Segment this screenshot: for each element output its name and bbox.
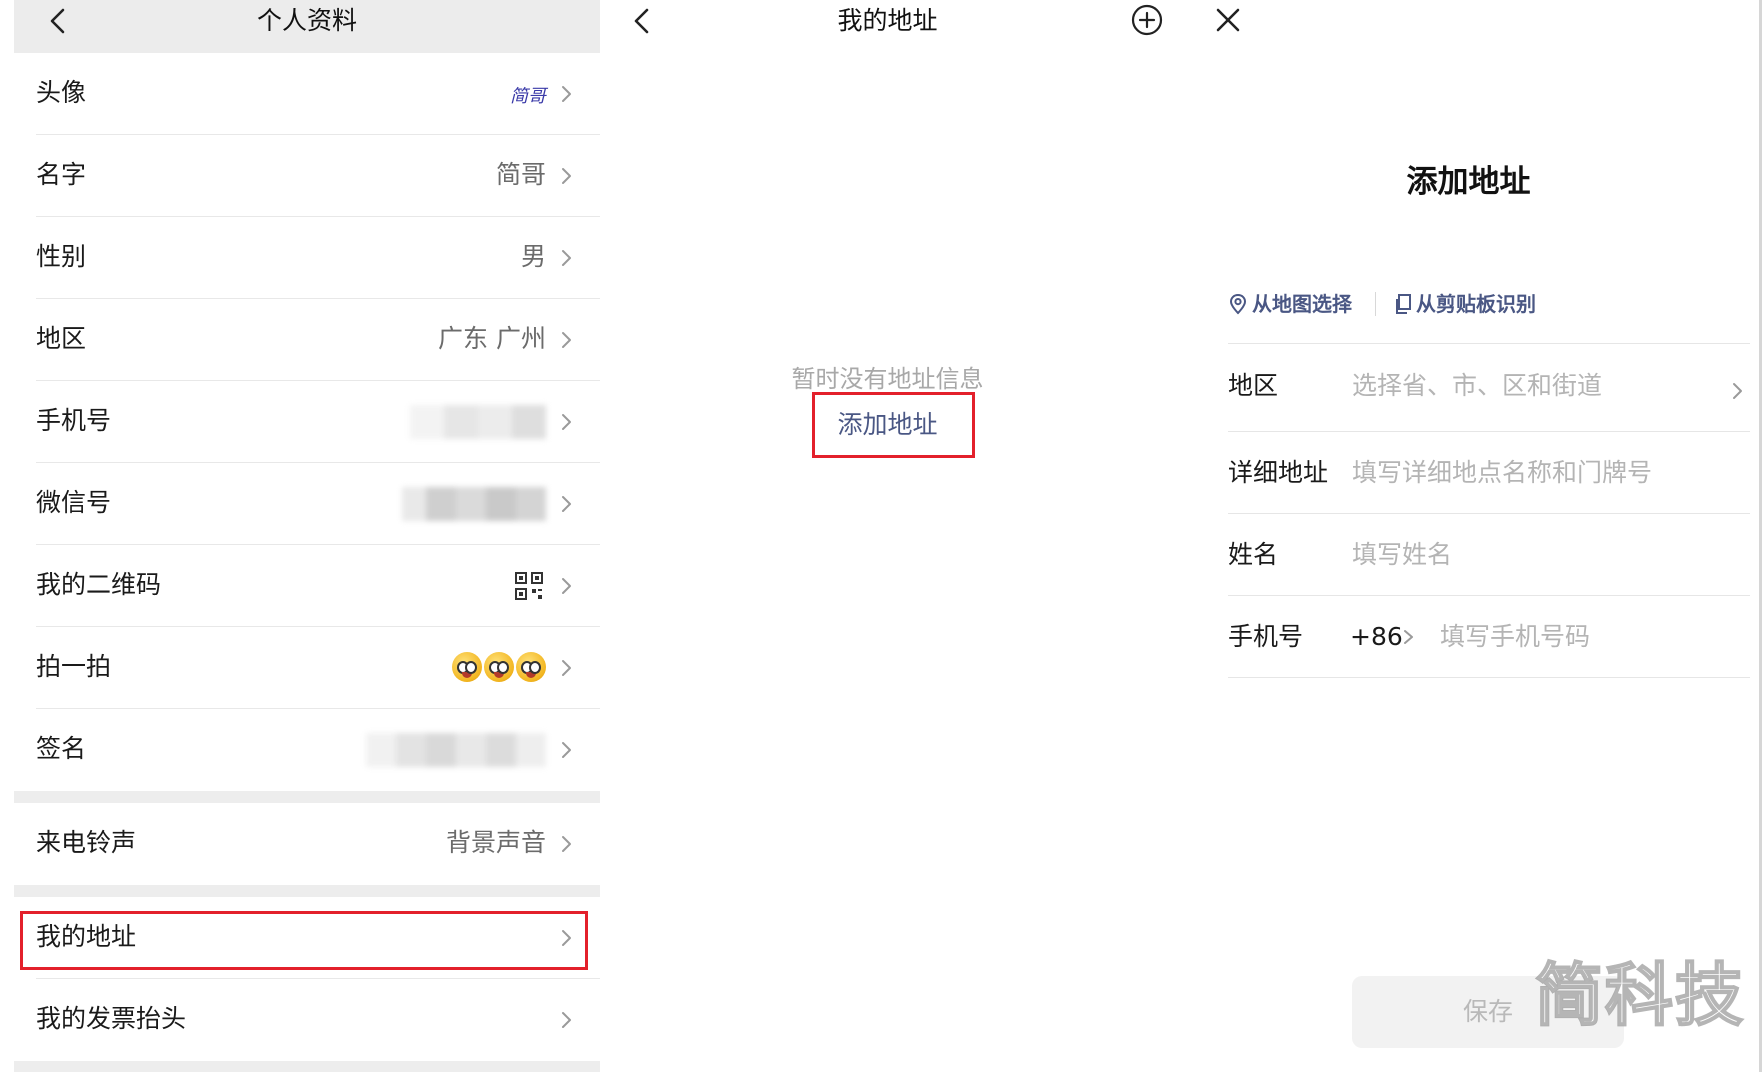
region-label: 地区 [1228, 371, 1279, 400]
profile-row-qrcode[interactable]: 我的二维码 [14, 545, 600, 627]
select-from-map-label: 从地图选择 [1252, 292, 1352, 316]
divider [1375, 292, 1376, 316]
profile-row-pat[interactable]: 拍一拍 [14, 627, 600, 709]
row-label: 手机号 [36, 406, 112, 435]
profile-row-ringtone[interactable]: 来电铃声 背景声音 [14, 803, 600, 885]
paste-from-clipboard-button[interactable]: 从剪贴板识别 [1394, 290, 1536, 318]
page-title: 我的地址 [837, 6, 938, 35]
divider [1228, 431, 1750, 432]
blurred-value [402, 487, 546, 521]
avatar: 简哥 [510, 86, 546, 107]
divider [1228, 513, 1750, 514]
chevron-right-icon [562, 496, 571, 512]
row-label: 我的二维码 [36, 570, 162, 599]
location-pin-icon [1229, 293, 1247, 315]
chevron-right-icon [1404, 630, 1413, 644]
qr-code-icon [515, 572, 543, 600]
row-label: 地区 [36, 324, 87, 353]
clipboard-icon [1396, 294, 1411, 314]
profile-group-basic: 头像 简哥 名字 简哥 性别 男 地区 广东 广州 手机号 微信号 我的二维码 … [14, 53, 600, 791]
chevron-right-icon [562, 660, 571, 676]
name-label: 姓名 [1228, 540, 1279, 569]
chevron-right-icon [562, 578, 571, 594]
row-label: 签名 [36, 734, 87, 763]
page-title: 添加地址 [1406, 164, 1531, 200]
chevron-right-icon [562, 836, 571, 852]
detail-address-label: 详细地址 [1228, 458, 1329, 487]
add-address-panel: 添加地址 从地图选择 从剪贴板识别 地区 选择省、市、区和街道 详细地址 填写详… [1175, 0, 1762, 1072]
profile-row-invoice-title[interactable]: 我的发票抬头 [14, 979, 600, 1061]
row-label: 性别 [36, 242, 87, 271]
page-title: 个人资料 [256, 6, 357, 35]
my-address-panel: 我的地址 暂时没有地址信息 添加地址 [600, 0, 1175, 1072]
watermark: 简科技 [1534, 956, 1746, 1037]
profile-row-gender[interactable]: 性别 男 [14, 217, 600, 299]
emoji-group [452, 652, 546, 682]
chevron-right-icon [562, 168, 571, 184]
profile-row-avatar[interactable]: 头像 简哥 [14, 53, 600, 135]
emoji-icon [484, 652, 514, 682]
row-label: 拍一拍 [36, 652, 112, 681]
paste-from-clipboard-label: 从剪贴板识别 [1416, 292, 1536, 316]
profile-header: 个人资料 [14, 0, 600, 53]
emoji-icon [516, 652, 546, 682]
chevron-right-icon [562, 414, 571, 430]
name-input[interactable]: 填写姓名 [1352, 537, 1452, 573]
profile-panel: 个人资料 头像 简哥 名字 简哥 性别 男 地区 广东 广州 手机号 微信号 我… [14, 0, 600, 1072]
highlight-box-add-address [812, 392, 975, 458]
phone-input[interactable]: 填写手机号码 [1440, 619, 1590, 655]
profile-row-phone[interactable]: 手机号 [14, 381, 600, 463]
emoji-icon [452, 652, 482, 682]
region-selector[interactable]: 选择省、市、区和街道 [1352, 368, 1602, 404]
detail-address-input[interactable]: 填写详细地点名称和门牌号 [1352, 455, 1652, 491]
profile-row-wechat-id[interactable]: 微信号 [14, 463, 600, 545]
chevron-right-icon [1733, 383, 1742, 399]
add-circle-icon[interactable] [1130, 3, 1164, 37]
row-value: 广东 广州 [438, 324, 546, 353]
divider [1228, 595, 1750, 596]
row-label: 来电铃声 [36, 828, 137, 857]
row-value: 简哥 [495, 160, 546, 189]
phone-label: 手机号 [1228, 622, 1304, 651]
chevron-right-icon [562, 1012, 571, 1028]
row-label: 名字 [36, 160, 87, 189]
profile-row-region[interactable]: 地区 广东 广州 [14, 299, 600, 381]
profile-row-signature[interactable]: 签名 [14, 709, 600, 791]
row-label: 微信号 [36, 488, 112, 517]
row-value: 背景声音 [445, 828, 546, 857]
divider [1228, 677, 1750, 678]
row-value: 男 [520, 242, 546, 271]
blurred-value [366, 733, 546, 767]
blurred-value [410, 405, 546, 439]
select-from-map-button[interactable]: 从地图选择 [1228, 290, 1352, 318]
profile-row-name[interactable]: 名字 简哥 [14, 135, 600, 217]
chevron-right-icon [562, 742, 571, 758]
country-code-selector[interactable]: +86 [1350, 619, 1403, 655]
chevron-right-icon [562, 250, 571, 266]
divider [1228, 343, 1750, 344]
chevron-right-icon [562, 86, 571, 102]
row-label: 头像 [36, 78, 87, 107]
profile-group-ringtone: 来电铃声 背景声音 [14, 803, 600, 885]
row-label: 我的发票抬头 [36, 1004, 187, 1033]
close-icon[interactable] [1210, 2, 1246, 38]
chevron-right-icon [562, 332, 571, 348]
highlight-box-my-address [20, 911, 588, 970]
empty-state-text: 暂时没有地址信息 [791, 365, 984, 393]
